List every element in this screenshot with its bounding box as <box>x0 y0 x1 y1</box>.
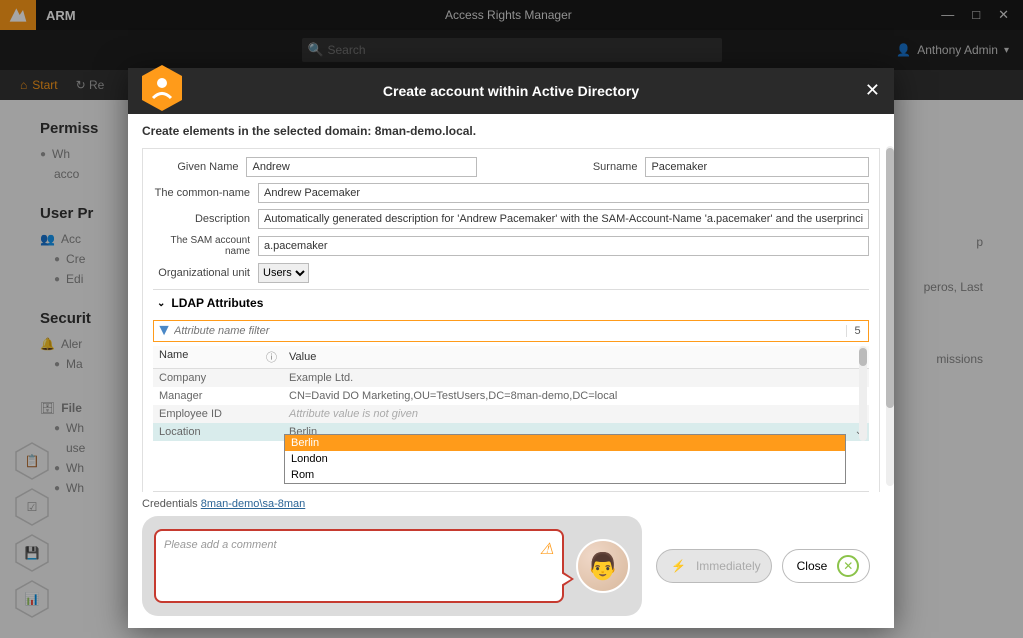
location-dropdown[interactable]: Berlin London Rom <box>284 434 846 484</box>
ou-label: Organizational unit <box>153 267 258 279</box>
groups-section-toggle[interactable]: › Group memberships <box>153 491 869 492</box>
modal-header: Create account within Active Directory ✕ <box>128 68 894 114</box>
close-circle-icon: ✕ <box>837 555 859 577</box>
filter-count: 5 <box>846 325 868 337</box>
dropdown-option[interactable]: London <box>285 451 845 467</box>
ldap-table: Name ⓘ Value CompanyExample Ltd. Manager… <box>153 346 869 441</box>
col-name[interactable]: Name ⓘ <box>153 346 283 369</box>
close-modal-button[interactable]: ✕ <box>865 80 880 101</box>
dropdown-option[interactable]: Rom <box>285 467 845 483</box>
given-name-input[interactable] <box>246 157 477 177</box>
modal-subtitle: Create elements in the selected domain: … <box>128 114 894 138</box>
warning-icon: ⚠ <box>540 539 554 559</box>
common-name-label: The common-name <box>153 187 258 199</box>
bolt-icon: ⚡ <box>671 559 686 573</box>
credentials-link[interactable]: 8man-demo\sa-8man <box>201 498 306 510</box>
filter-icon: ▼ <box>154 322 174 340</box>
given-name-label: Given Name <box>153 161 246 173</box>
avatar: 👨 <box>576 539 630 593</box>
ou-select[interactable]: Users <box>258 263 309 283</box>
attribute-filter-input[interactable] <box>174 325 846 337</box>
table-scrollbar[interactable] <box>859 346 867 441</box>
create-account-modal: Create account within Active Directory ✕… <box>128 68 894 628</box>
description-input[interactable] <box>258 209 869 229</box>
chevron-down-icon: ⌄ <box>157 298 165 309</box>
immediately-button: ⚡ Immediately <box>656 549 772 583</box>
modal-title: Create account within Active Directory <box>383 83 639 99</box>
col-value[interactable]: Value <box>283 346 869 369</box>
ldap-section-toggle[interactable]: ⌄ LDAP Attributes <box>153 289 869 316</box>
description-label: Description <box>153 213 258 225</box>
modal-scrollbar[interactable] <box>886 146 894 486</box>
table-row[interactable]: CompanyExample Ltd. <box>153 369 869 388</box>
sam-input[interactable] <box>258 236 869 256</box>
sam-label: The SAM account name <box>153 235 258 257</box>
table-row[interactable]: Employee IDAttribute value is not given <box>153 405 869 423</box>
surname-label: Surname <box>477 161 645 173</box>
surname-input[interactable] <box>645 157 869 177</box>
close-button[interactable]: Close ✕ <box>782 549 871 583</box>
dropdown-option[interactable]: Berlin <box>285 435 845 451</box>
comment-input[interactable]: Please add a comment ⚠ <box>154 529 564 603</box>
table-row[interactable]: ManagerCN=David DO Marketing,OU=TestUser… <box>153 387 869 405</box>
common-name-input[interactable] <box>258 183 869 203</box>
credentials-row: Credentials 8man-demo\sa-8man <box>128 492 894 516</box>
user-hex-icon <box>140 63 184 113</box>
